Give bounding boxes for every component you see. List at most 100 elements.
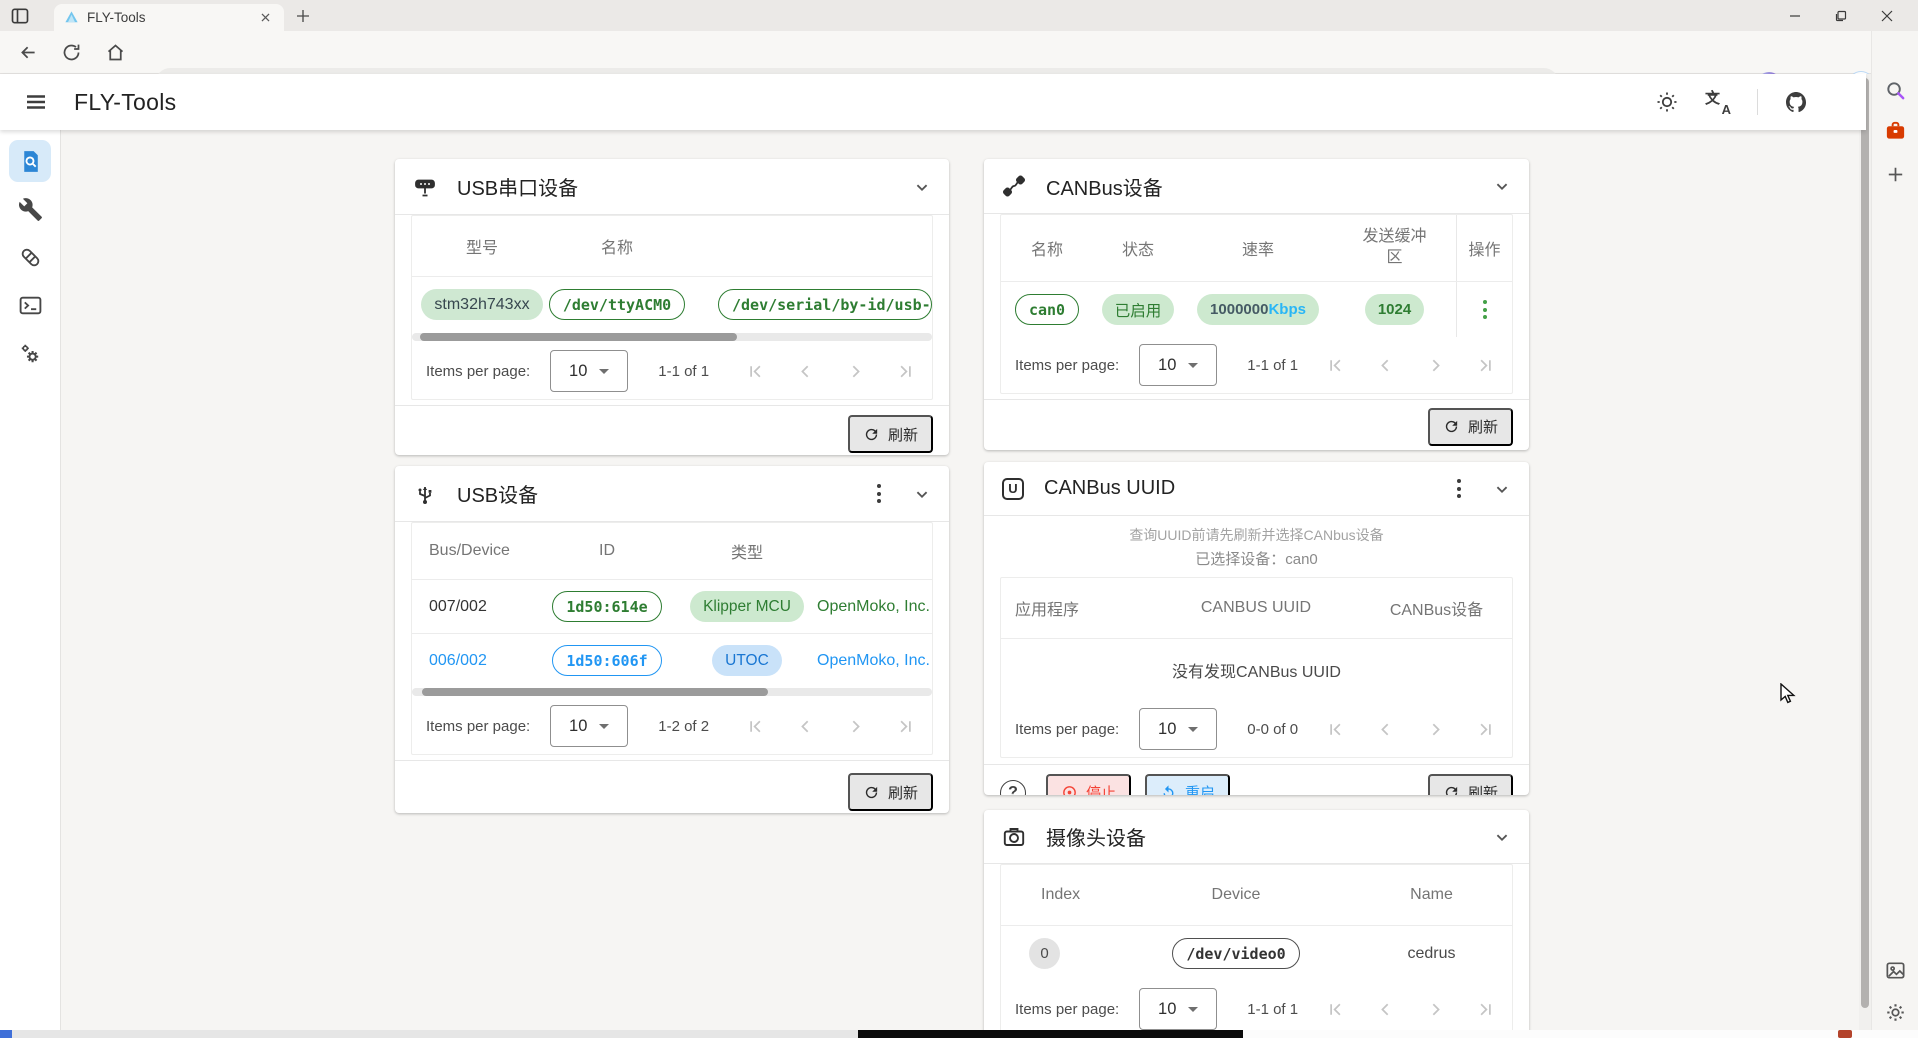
- page-size-select[interactable]: 10: [1139, 988, 1217, 1030]
- back-icon[interactable]: [18, 42, 39, 63]
- paginator: Items per page: 10 1-1 of 1: [1001, 337, 1512, 393]
- next-page-button[interactable]: [845, 361, 866, 382]
- home-icon[interactable]: [105, 42, 126, 63]
- column-header: 速率: [1242, 236, 1274, 260]
- first-page-button[interactable]: [1325, 719, 1346, 740]
- prev-page-button[interactable]: [1375, 999, 1396, 1020]
- last-page-button[interactable]: [895, 716, 916, 737]
- prev-page-button[interactable]: [795, 361, 816, 382]
- caret-down-icon: [599, 369, 609, 374]
- image-tool-icon[interactable]: [1884, 959, 1907, 982]
- chevron-down-icon[interactable]: [911, 176, 933, 198]
- last-page-button[interactable]: [1475, 355, 1496, 376]
- github-icon[interactable]: [1784, 90, 1808, 114]
- sidebar-search-icon[interactable]: [1884, 79, 1907, 102]
- prev-page-button[interactable]: [1375, 355, 1396, 376]
- tab-actions-icon[interactable]: [10, 6, 30, 26]
- header-divider: [1757, 89, 1758, 115]
- maximize-button[interactable]: [1818, 0, 1864, 31]
- last-page-button[interactable]: [1475, 999, 1496, 1020]
- stop-icon: [1061, 784, 1078, 795]
- tab-close-icon[interactable]: [257, 9, 274, 26]
- row-menu-icon[interactable]: [1483, 300, 1487, 319]
- page-scrollbar[interactable]: [1859, 74, 1871, 1030]
- page-range-label: 1-1 of 1: [1247, 1001, 1298, 1018]
- sidebar-item-tools[interactable]: [9, 188, 51, 230]
- next-page-button[interactable]: [1425, 719, 1446, 740]
- card-menu-icon[interactable]: [877, 484, 881, 503]
- add-sidebar-item-icon[interactable]: [1884, 163, 1907, 186]
- sidebar-item-device-scan[interactable]: [9, 140, 51, 182]
- translate-icon[interactable]: 文 A: [1705, 90, 1731, 114]
- column-header: CANBus设备: [1390, 596, 1483, 620]
- sidebar-item-plugins[interactable]: [9, 236, 51, 278]
- last-page-button[interactable]: [1475, 719, 1496, 740]
- restart-button[interactable]: 重启: [1145, 774, 1230, 796]
- chevron-down-icon[interactable]: [1491, 175, 1513, 197]
- page-size-select[interactable]: 10: [1139, 344, 1217, 386]
- serial-port-icon: [413, 175, 437, 199]
- page-size-select[interactable]: 10: [1139, 708, 1217, 750]
- sidebar-settings-icon[interactable]: [1884, 1001, 1907, 1024]
- column-header: 名称: [601, 234, 633, 258]
- page-title: FLY-Tools: [74, 89, 176, 116]
- page-size-select[interactable]: 10: [550, 705, 628, 747]
- table-row: 006/002 1d50:606f UTOC OpenMoko, Inc. G: [412, 633, 932, 687]
- next-page-button[interactable]: [1425, 999, 1446, 1020]
- tab-title: FLY-Tools: [87, 10, 257, 25]
- next-page-button[interactable]: [1425, 355, 1446, 376]
- horizontal-scrollbar[interactable]: [412, 333, 932, 341]
- card-title: USB串口设备: [457, 172, 578, 201]
- prev-page-button[interactable]: [1375, 719, 1396, 740]
- reload-icon[interactable]: [61, 42, 82, 63]
- help-icon[interactable]: ?: [1000, 780, 1026, 796]
- table-row: stm32h743xx /dev/ttyACM0 /dev/serial/by-…: [412, 276, 932, 332]
- horizontal-scrollbar[interactable]: [412, 688, 932, 696]
- page-range-label: 1-1 of 1: [658, 363, 709, 380]
- menu-icon[interactable]: [24, 90, 48, 114]
- chevron-down-icon[interactable]: [911, 483, 933, 505]
- scrollbar-thumb[interactable]: [1861, 78, 1869, 1008]
- usb-id-chip: 1d50:606f: [552, 645, 661, 676]
- close-button[interactable]: [1864, 0, 1910, 31]
- serial-path-chip: /dev/serial/by-id/usb-Klipper_stm32h743x…: [718, 289, 932, 320]
- sidebar-item-settings[interactable]: [9, 332, 51, 374]
- refresh-button[interactable]: 刷新: [848, 415, 933, 453]
- can-device-chip: can0: [1015, 294, 1079, 325]
- prev-page-button[interactable]: [795, 716, 816, 737]
- first-page-button[interactable]: [1325, 355, 1346, 376]
- chevron-down-icon[interactable]: [1491, 478, 1513, 500]
- refresh-button[interactable]: 刷新: [1428, 408, 1513, 446]
- card-canbus: CANBus设备 名称 状态 速率 发送缓冲区 操作 can0 已启用 1000…: [984, 159, 1529, 450]
- theme-toggle-icon[interactable]: [1655, 90, 1679, 114]
- bus-device-value: 007/002: [412, 598, 537, 616]
- browser-tab[interactable]: FLY-Tools: [54, 4, 284, 31]
- office-briefcase-icon[interactable]: [1884, 119, 1907, 142]
- first-page-button[interactable]: [1325, 999, 1346, 1020]
- first-page-button[interactable]: [745, 716, 766, 737]
- chevron-down-icon[interactable]: [1491, 826, 1513, 848]
- new-tab-button[interactable]: [294, 7, 312, 25]
- last-page-button[interactable]: [895, 361, 916, 382]
- page-size-select[interactable]: 10: [550, 350, 628, 392]
- refresh-button[interactable]: 刷新: [848, 773, 933, 811]
- stop-button[interactable]: 停止: [1046, 774, 1131, 796]
- caret-down-icon: [1188, 727, 1198, 732]
- column-header: CANBUS UUID: [1201, 599, 1311, 617]
- minimize-button[interactable]: [1772, 0, 1818, 31]
- sidebar-item-terminal[interactable]: [9, 284, 51, 326]
- column-header: 型号: [466, 234, 498, 258]
- first-page-button[interactable]: [745, 361, 766, 382]
- refresh-button[interactable]: 刷新: [1428, 774, 1513, 796]
- status-badge: 已启用: [1102, 294, 1175, 325]
- tty-chip: /dev/ttyACM0: [549, 289, 685, 320]
- card-menu-icon[interactable]: [1457, 479, 1461, 498]
- table-row: 0 /dev/video0 cedrus: [1001, 925, 1512, 981]
- usb-icon: [413, 482, 437, 506]
- refresh-icon: [863, 426, 880, 443]
- vendor-value: OpenMoko, Inc. s: [817, 598, 932, 616]
- restart-icon: [1160, 784, 1177, 795]
- column-header: Device: [1212, 886, 1261, 904]
- next-page-button[interactable]: [845, 716, 866, 737]
- caret-down-icon: [1188, 1007, 1198, 1012]
